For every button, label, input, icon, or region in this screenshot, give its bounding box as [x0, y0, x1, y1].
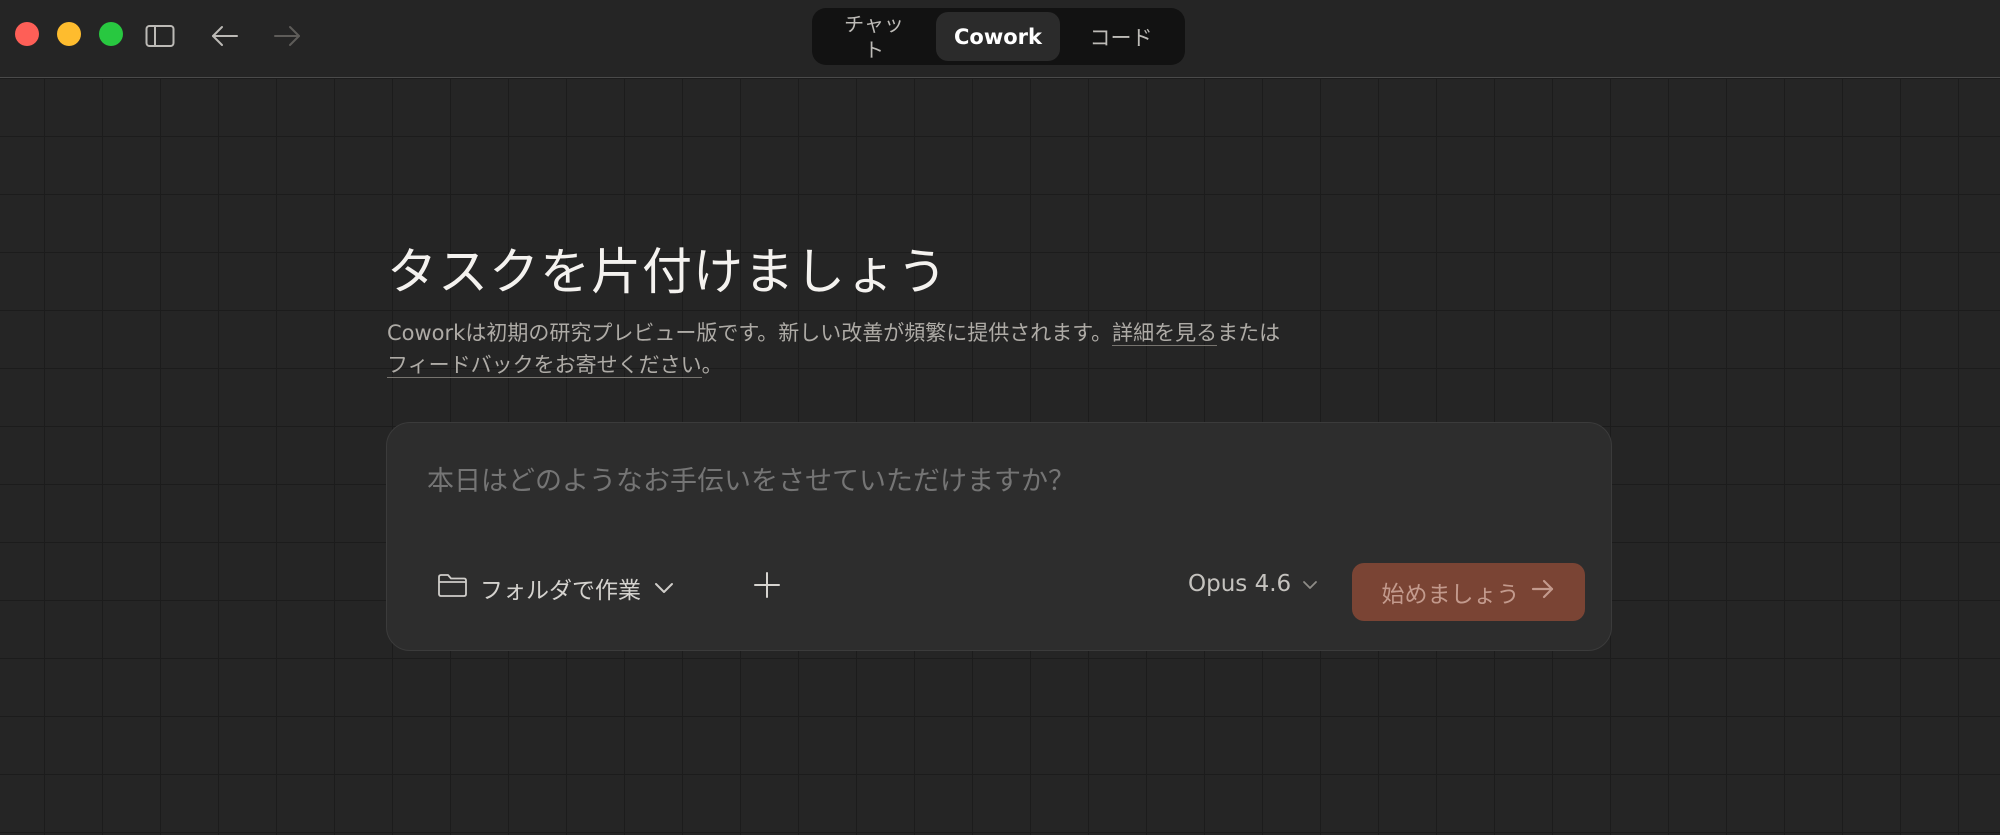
tab-chat[interactable]: チャット	[826, 10, 922, 63]
app-window: チャット Cowork コード タスクを片付けましょう Coworkは初期の研究…	[0, 0, 2000, 835]
arrow-left-icon[interactable]	[209, 20, 241, 52]
plus-icon[interactable]	[750, 568, 784, 602]
intro-text-middle: または	[1217, 321, 1281, 345]
work-in-folder-label: フォルダで作業	[480, 578, 641, 604]
sidebar-toggle-icon[interactable]	[144, 20, 176, 52]
intro-text-prefix: Coworkは初期の研究プレビュー版です。新しい改善が頻繁に提供されます。	[387, 321, 1113, 345]
tab-code[interactable]: コード	[1066, 10, 1176, 63]
zoom-window-button[interactable]	[99, 22, 123, 46]
task-composer: フォルダで作業 Opus 4.6 始めましょう	[386, 422, 1612, 651]
tab-cowork[interactable]: Cowork	[936, 12, 1060, 61]
chevron-down-icon	[1301, 571, 1319, 597]
minimize-window-button[interactable]	[57, 22, 81, 46]
model-selector[interactable]: Opus 4.6	[1188, 571, 1319, 597]
start-button[interactable]: 始めましょう	[1352, 563, 1585, 621]
learn-more-link[interactable]: 詳細を見る	[1112, 321, 1218, 346]
task-prompt-input[interactable]	[425, 465, 1529, 498]
start-button-label: 始めましょう	[1381, 582, 1520, 608]
arrow-right-icon	[1530, 578, 1556, 606]
close-window-button[interactable]	[15, 22, 39, 46]
chevron-down-icon	[653, 575, 675, 601]
intro-text: Coworkは初期の研究プレビュー版です。新しい改善が頻繁に提供されます。詳細を…	[387, 317, 1347, 381]
folder-icon	[437, 572, 468, 604]
title-bar: チャット Cowork コード	[0, 0, 2000, 78]
mode-switcher: チャット Cowork コード	[812, 8, 1185, 65]
feedback-link[interactable]: フィードバックをお寄せください	[387, 353, 702, 378]
work-in-folder-button[interactable]: フォルダで作業	[437, 570, 675, 606]
page-title: タスクを片付けましょう	[387, 243, 948, 301]
intro-text-suffix: 。	[701, 353, 723, 377]
model-name: Opus 4.6	[1188, 571, 1292, 597]
arrow-right-icon[interactable]	[271, 20, 303, 52]
